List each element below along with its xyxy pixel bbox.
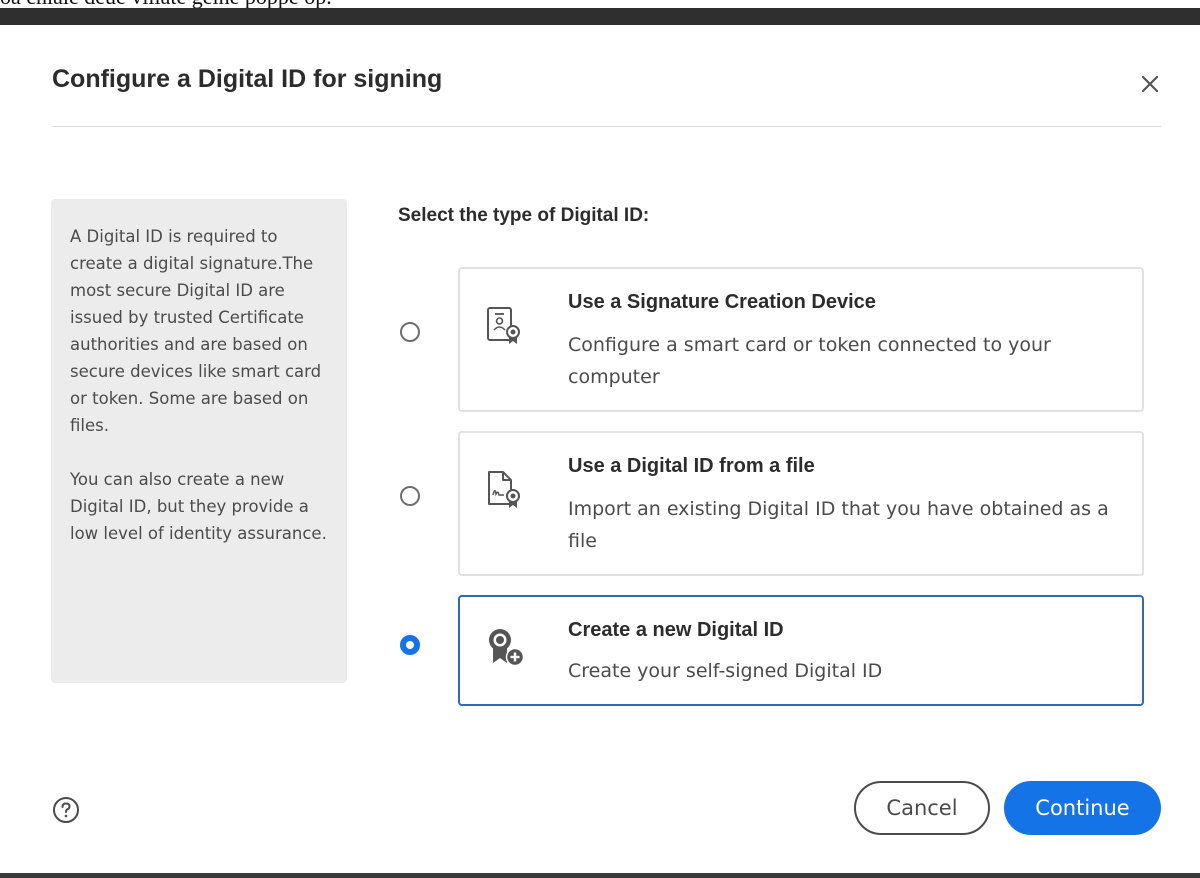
radio-signature-device[interactable] [400, 322, 420, 342]
window-bottom-bar [0, 873, 1200, 878]
continue-button[interactable]: Continue [1004, 781, 1161, 835]
background-document-text: oa chiale deue villate gelhe poppe op. [0, 0, 332, 8]
digital-id-file-icon [488, 471, 520, 508]
option-new-digital-id[interactable]: Create a new Digital ID Create your self… [458, 595, 1144, 706]
cancel-button[interactable]: Cancel [854, 781, 990, 835]
new-digital-id-icon [489, 629, 524, 667]
help-button[interactable] [52, 796, 80, 824]
page: oa chiale deue villate gelhe poppe op. C… [0, 0, 1200, 878]
option-title: Use a Digital ID from a file [568, 455, 815, 477]
info-paragraph-2: You can also create a new Digital ID, bu… [70, 470, 327, 543]
dialog-title: Configure a Digital ID for signing [52, 65, 443, 93]
radio-new-digital-id[interactable] [400, 635, 420, 655]
option-title: Use a Signature Creation Device [568, 291, 876, 313]
option-description: Import an existing Digital ID that you h… [568, 498, 1109, 552]
option-description: Configure a smart card or token connecte… [568, 334, 1051, 388]
select-type-label: Select the type of Digital ID: [398, 205, 650, 226]
option-description: Create your self-signed Digital ID [568, 660, 883, 682]
option-signature-device[interactable]: Use a Signature Creation Device Configur… [458, 267, 1144, 412]
help-icon [53, 797, 79, 823]
option-digital-id-file[interactable]: Use a Digital ID from a file Import an e… [458, 431, 1144, 576]
window-top-bar [0, 8, 1200, 25]
signature-device-icon [487, 307, 520, 344]
title-divider [52, 126, 1161, 127]
radio-digital-id-file[interactable] [400, 486, 420, 506]
info-text: A Digital ID is required to create a dig… [70, 223, 332, 574]
close-icon [1141, 75, 1159, 93]
configure-digital-id-dialog: Configure a Digital ID for signing A Dig… [9, 25, 1200, 873]
info-paragraph-1: A Digital ID is required to create a dig… [70, 227, 322, 435]
close-button[interactable] [1135, 69, 1165, 99]
info-panel: A Digital ID is required to create a dig… [51, 199, 347, 683]
option-title: Create a new Digital ID [568, 619, 784, 641]
